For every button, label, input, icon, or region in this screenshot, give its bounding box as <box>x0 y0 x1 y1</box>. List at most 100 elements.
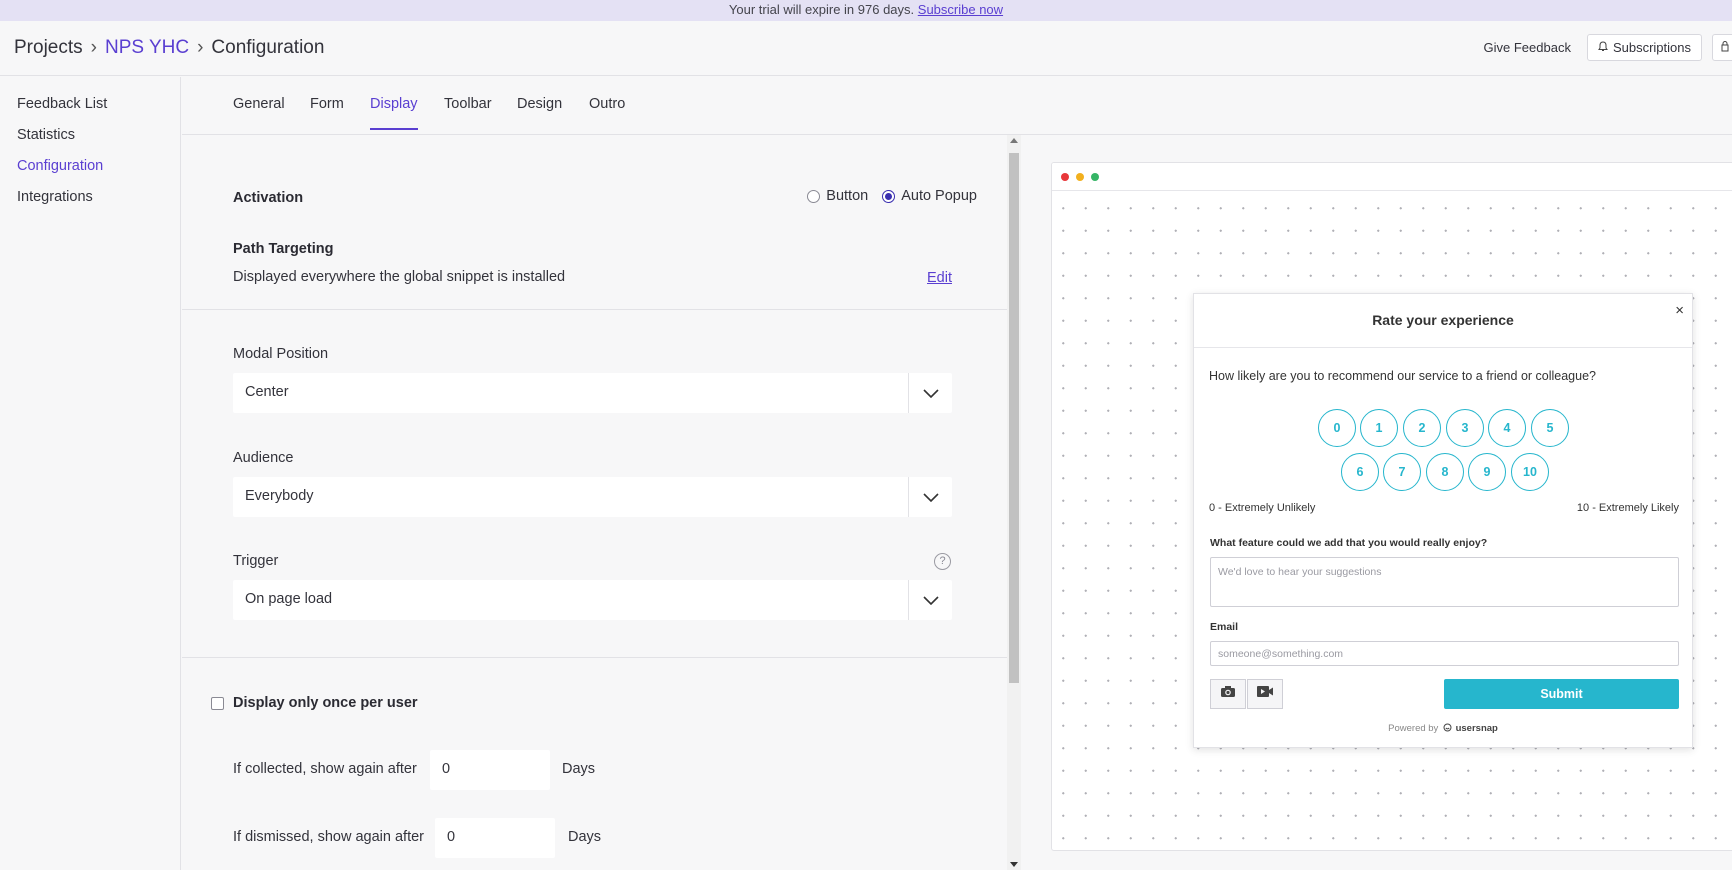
email-field[interactable]: someone@something.com <box>1210 641 1679 666</box>
sidebar-item-integrations[interactable]: Integrations <box>17 189 93 205</box>
video-icon <box>1256 685 1274 703</box>
edit-path-targeting-link[interactable]: Edit <box>927 270 952 286</box>
screenshot-button[interactable] <box>1210 679 1246 709</box>
header: Projects › NPS YHC › Configuration Give … <box>0 21 1732 76</box>
chevron-down-icon[interactable] <box>908 373 952 413</box>
screen-recording-button[interactable] <box>1247 679 1283 709</box>
scale-high-label: 10 - Extremely Likely <box>1576 502 1679 514</box>
activation-auto-popup-label[interactable]: Auto Popup <box>901 188 977 204</box>
display-settings-panel: Activation Button Auto Popup Path Target… <box>182 135 1007 870</box>
feature-textarea[interactable]: We'd love to hear your suggestions <box>1210 557 1679 607</box>
chevron-down-icon[interactable] <box>908 580 952 620</box>
nps-score-2[interactable]: 2 <box>1403 409 1441 447</box>
audience-select[interactable]: Everybody <box>233 477 952 517</box>
modal-position-select[interactable]: Center <box>233 373 952 413</box>
submit-button[interactable]: Submit <box>1444 679 1679 709</box>
breadcrumb: Projects › NPS YHC › Configuration <box>14 37 324 59</box>
nps-score-0[interactable]: 0 <box>1318 409 1356 447</box>
trigger-value: On page load <box>245 591 333 607</box>
tab-outro[interactable]: Outro <box>589 96 625 128</box>
dismissed-label: If dismissed, show again after <box>233 829 425 845</box>
activation-button-label[interactable]: Button <box>826 188 868 204</box>
tab-form[interactable]: Form <box>310 96 344 128</box>
display-once-checkbox[interactable] <box>211 697 224 710</box>
dismissed-days-unit: Days <box>568 829 602 845</box>
path-targeting-text: Displayed everywhere the global snippet … <box>233 269 566 285</box>
close-dot-icon <box>1061 173 1069 181</box>
dismissed-days-input[interactable]: 0 <box>435 818 555 858</box>
collected-days-unit: Days <box>562 761 596 777</box>
lock-icon <box>1721 40 1729 55</box>
sidebar-item-feedback-list[interactable]: Feedback List <box>17 96 107 112</box>
activation-button-radio[interactable] <box>807 189 821 203</box>
trial-text: Your trial will expire in 976 days. <box>728 2 915 17</box>
close-icon[interactable]: × <box>1675 302 1684 319</box>
tab-general[interactable]: General <box>233 96 285 128</box>
feature-field-label: What feature could we add that you would… <box>1210 537 1488 549</box>
header-actions: Give Feedback Subscriptions T <box>1484 34 1732 61</box>
modal-position-label: Modal Position <box>233 346 329 362</box>
audience-value: Everybody <box>245 488 314 504</box>
chevron-down-icon[interactable] <box>908 477 952 517</box>
collected-label: If collected, show again after <box>233 761 417 777</box>
subscriptions-label: Subscriptions <box>1612 40 1691 55</box>
nps-score-3[interactable]: 3 <box>1446 409 1484 447</box>
chevron-right-icon: › <box>197 37 204 58</box>
sidebar-item-configuration[interactable]: Configuration <box>17 158 103 174</box>
nps-question: How likely are you to recommend our serv… <box>1209 369 1596 383</box>
display-once-label[interactable]: Display only once per user <box>233 695 418 711</box>
sidebar-item-statistics[interactable]: Statistics <box>17 127 75 143</box>
powered-by: Powered by usersnap <box>1194 723 1692 734</box>
breadcrumb-current: Configuration <box>211 37 325 58</box>
usersnap-brand[interactable]: usersnap <box>1456 723 1498 734</box>
bell-icon <box>1598 40 1608 55</box>
usersnap-logo-icon <box>1441 723 1456 734</box>
trial-banner: Your trial will expire in 976 days. Subs… <box>0 0 1732 21</box>
browser-titlebar <box>1052 163 1732 191</box>
content-scrollbar[interactable] <box>1007 135 1021 870</box>
nps-score-8[interactable]: 8 <box>1426 453 1464 491</box>
trigger-select[interactable]: On page load <box>233 580 952 620</box>
subscriptions-button[interactable]: Subscriptions <box>1586 34 1702 61</box>
nps-score-6[interactable]: 6 <box>1341 453 1379 491</box>
tab-display[interactable]: Display <box>370 96 418 130</box>
nps-score-9[interactable]: 9 <box>1468 453 1506 491</box>
breadcrumb-projects[interactable]: Projects <box>14 37 83 59</box>
help-icon[interactable]: ? <box>934 553 951 570</box>
scroll-up-arrow-icon[interactable] <box>1010 138 1018 143</box>
give-feedback-link[interactable]: Give Feedback <box>1484 40 1571 55</box>
audience-label: Audience <box>233 450 294 466</box>
nps-score-7[interactable]: 7 <box>1383 453 1421 491</box>
scale-low-label: 0 - Extremely Unlikely <box>1209 502 1316 514</box>
scrollbar-thumb[interactable] <box>1009 153 1019 683</box>
sidebar: Feedback List Statistics Configuration I… <box>0 77 181 870</box>
truncated-header-button[interactable]: T <box>1712 34 1732 61</box>
breadcrumb-project[interactable]: NPS YHC <box>105 37 189 59</box>
activation-label: Activation <box>233 190 304 206</box>
nps-widget-preview: Rate your experience × How likely are yo… <box>1193 293 1693 748</box>
tab-design[interactable]: Design <box>517 96 562 128</box>
subscribe-link[interactable]: Subscribe now <box>918 2 1003 17</box>
tab-toolbar[interactable]: Toolbar <box>444 96 492 128</box>
chevron-right-icon: › <box>90 37 97 58</box>
nps-score-10[interactable]: 10 <box>1511 453 1549 491</box>
config-tabs: General Form Display Toolbar Design Outr… <box>182 77 1732 135</box>
widget-title: Rate your experience <box>1372 312 1514 328</box>
section-divider <box>182 309 1007 310</box>
nps-score-5[interactable]: 5 <box>1531 409 1569 447</box>
collected-days-input[interactable]: 0 <box>430 750 550 790</box>
scroll-down-arrow-icon[interactable] <box>1010 862 1018 867</box>
email-field-label: Email <box>1210 621 1239 633</box>
maximize-dot-icon <box>1091 173 1099 181</box>
trigger-label: Trigger <box>233 553 279 569</box>
nps-score-1[interactable]: 1 <box>1360 409 1398 447</box>
camera-icon <box>1220 685 1236 703</box>
section-divider <box>182 657 1007 658</box>
activation-radio-group: Button Auto Popup <box>807 188 977 204</box>
nps-score-4[interactable]: 4 <box>1488 409 1526 447</box>
modal-position-value: Center <box>245 384 289 400</box>
powered-by-text: Powered by <box>1388 723 1439 734</box>
path-targeting-label: Path Targeting <box>233 241 334 257</box>
activation-auto-popup-radio[interactable] <box>882 189 896 203</box>
minimize-dot-icon <box>1076 173 1084 181</box>
